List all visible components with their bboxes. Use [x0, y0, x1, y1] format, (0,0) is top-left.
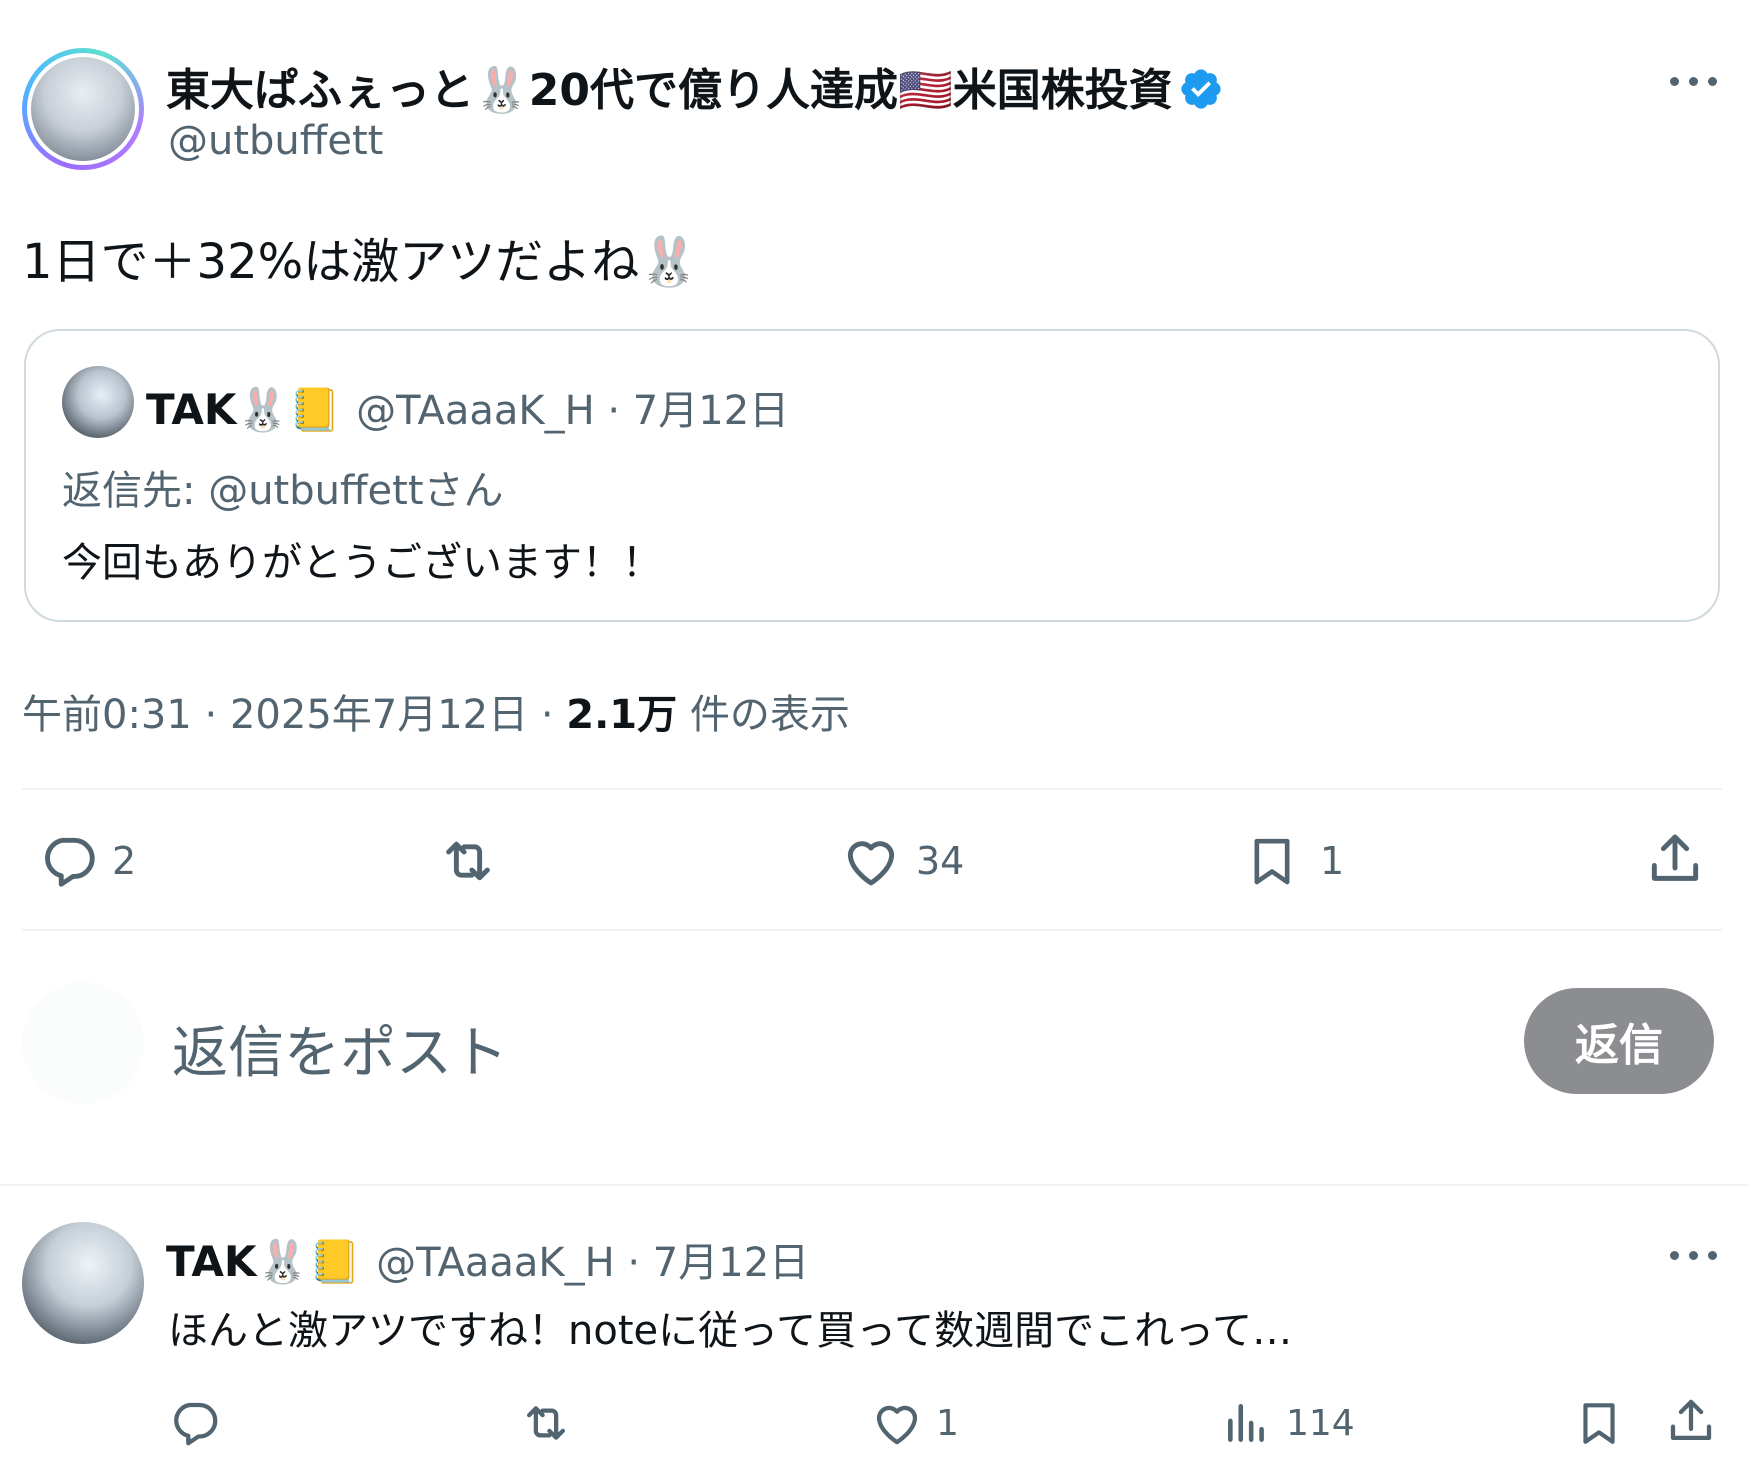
reply-icon — [174, 1402, 218, 1446]
reply-count: 2 — [112, 839, 137, 883]
bookmark-icon — [1254, 838, 1290, 885]
author-avatar[interactable] — [22, 48, 144, 170]
post-timestamp[interactable]: 午前0:31 · 2025年7月12日 · — [22, 692, 566, 738]
reply-share-action[interactable] — [1664, 1394, 1718, 1448]
share-icon — [1651, 834, 1699, 881]
views-chart-icon — [1228, 1404, 1264, 1442]
divider — [22, 929, 1722, 931]
reply-action[interactable]: 2 — [38, 830, 136, 892]
composer-input[interactable]: 返信をポスト — [172, 1008, 508, 1089]
reply-repost-action[interactable] — [516, 1396, 576, 1450]
reply-views-action[interactable]: 114 — [1222, 1396, 1355, 1450]
views-count: 2.1万 — [566, 692, 678, 738]
more-icon[interactable] — [1670, 74, 1718, 88]
reply-text: ほんと激アツですね！noteに従って買って数週間でこれって… — [168, 1308, 1293, 1354]
reply-bookmark-action[interactable] — [1574, 1396, 1624, 1450]
reply-like-count: 1 — [936, 1402, 959, 1444]
reply-display-name[interactable]: TAK🐰📒 — [166, 1237, 361, 1286]
heart-icon — [876, 1405, 918, 1445]
bookmark-icon — [1583, 1403, 1615, 1444]
reply-views-count: 114 — [1286, 1402, 1355, 1444]
repost-icon — [526, 1406, 566, 1440]
reply-handle-date[interactable]: @TAaaaK_H · 7月12日 — [376, 1240, 809, 1286]
reply-like-action[interactable]: 1 — [870, 1396, 959, 1450]
reply-header: TAK🐰📒 @TAaaaK_H · 7月12日 — [166, 1230, 809, 1288]
share-action[interactable] — [1644, 828, 1706, 890]
divider — [22, 788, 1722, 790]
author-name-row[interactable]: 東大ぱふぇっと🐰20代で億り人達成🇺🇸米国株投資 — [166, 54, 1224, 118]
author-display-name[interactable]: 東大ぱふぇっと🐰20代で億り人達成🇺🇸米国株投資 — [166, 65, 1173, 116]
quoted-header: TAK🐰📒 @TAaaaK_H · 7月12日 — [146, 378, 789, 436]
views-label: 件の表示 — [677, 692, 850, 738]
quoted-reply-to: 返信先: @utbuffettさん — [62, 468, 504, 514]
like-count: 34 — [916, 839, 965, 883]
quoted-display-name: TAK🐰📒 — [146, 385, 342, 434]
composer-avatar — [22, 982, 144, 1104]
repost-icon — [446, 841, 490, 881]
reply-more-icon[interactable] — [1670, 1248, 1718, 1262]
post-meta: 午前0:31 · 2025年7月12日 · 2.1万 件の表示 — [22, 682, 850, 740]
reply-author-avatar[interactable] — [22, 1222, 144, 1344]
reply-button[interactable]: 返信 — [1524, 988, 1714, 1094]
quoted-author-avatar — [62, 366, 134, 438]
bookmark-action[interactable]: 1 — [1244, 830, 1344, 892]
share-icon — [1670, 1399, 1712, 1441]
like-action[interactable]: 34 — [840, 830, 964, 892]
quoted-handle-date: @TAaaaK_H · 7月12日 — [356, 388, 790, 434]
bookmark-count: 1 — [1320, 839, 1345, 883]
quoted-text: 今回もありがとうございます！！ — [62, 540, 662, 586]
reply-reply-action[interactable] — [168, 1396, 222, 1450]
divider — [0, 1184, 1748, 1186]
heart-icon — [847, 841, 895, 886]
author-handle[interactable]: @utbuffett — [168, 118, 383, 164]
repost-action[interactable] — [434, 830, 514, 892]
verified-badge-icon — [1181, 69, 1221, 109]
reply-icon — [45, 837, 95, 887]
post-text: 1日で＋32%は激アツだよね🐰 — [22, 234, 699, 290]
